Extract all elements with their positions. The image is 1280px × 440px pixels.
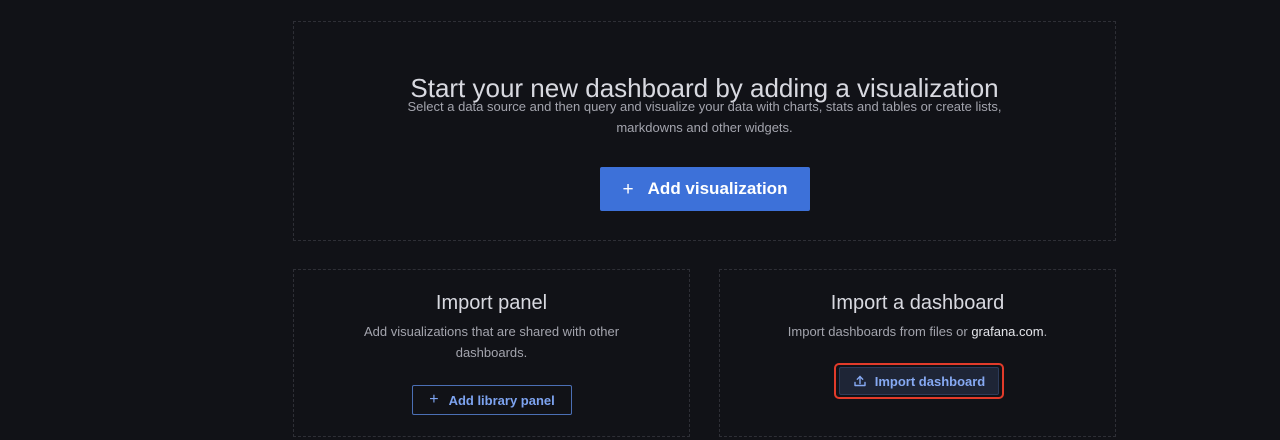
plus-icon: + <box>429 391 439 408</box>
import-panel-title: Import panel <box>435 292 548 314</box>
import-panel-description: Add visualizations that are shared with … <box>363 324 620 360</box>
import-dashboard-card: Import a dashboard Import dashboards fro… <box>719 269 1116 437</box>
highlight-outline: Import dashboard <box>834 363 1004 399</box>
add-visualization-card: Start your new dashboard by adding a vis… <box>293 21 1116 241</box>
empty-dashboard-page: Start your new dashboard by adding a vis… <box>0 0 1280 440</box>
add-visualization-button[interactable]: + Add visualization <box>600 167 810 211</box>
import-dashboard-button[interactable]: Import dashboard <box>839 367 999 395</box>
main-description: Select a data source and then query and … <box>407 99 1002 135</box>
import-dashboard-description: Import dashboards from files or grafana.… <box>760 321 1075 342</box>
grafana-com-link[interactable]: grafana.com <box>971 324 1043 339</box>
description-suffix: . <box>1043 324 1048 339</box>
plus-icon: + <box>622 178 634 200</box>
import-dashboard-title: Import a dashboard <box>830 292 1005 314</box>
import-panel-card: Import panel Add visualizations that are… <box>293 269 690 437</box>
import-dashboard-label: Import dashboard <box>874 373 986 389</box>
add-library-panel-button[interactable]: + Add library panel <box>412 385 572 415</box>
add-visualization-label: Add visualization <box>647 179 788 198</box>
upload-icon <box>854 375 866 387</box>
add-library-panel-label: Add library panel <box>448 392 555 408</box>
description-prefix: Import dashboards from files or <box>787 324 972 339</box>
